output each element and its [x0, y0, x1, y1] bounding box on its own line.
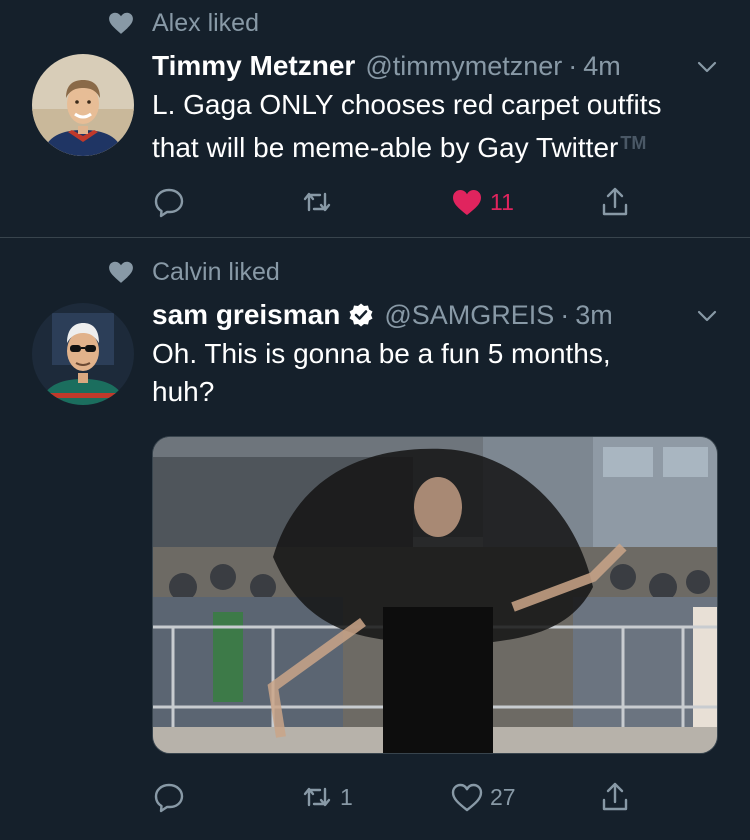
heart-icon [450, 780, 484, 814]
share-icon [598, 185, 632, 219]
tweet[interactable]: Alex liked Timmy Metzner @timmymetzner ·… [0, 0, 750, 238]
tweet-media-photo[interactable] [152, 436, 718, 754]
trademark-mark: TM [620, 133, 647, 153]
avatar[interactable] [32, 303, 134, 405]
tweet-actions: 11 [152, 182, 652, 222]
reply-button[interactable] [152, 777, 192, 817]
tweet-text-line: that will be meme-able by Gay Twitter TM [152, 124, 722, 167]
verified-badge-icon [348, 302, 374, 328]
display-name[interactable]: Timmy Metzner [152, 50, 355, 82]
tweet-header: Timmy Metzner @timmymetzner · 4m [152, 48, 621, 84]
share-button[interactable] [598, 182, 632, 222]
tweet-text-line: huh? [152, 376, 215, 407]
user-handle[interactable]: @timmymetzner [365, 51, 562, 82]
separator-dot: · [568, 50, 578, 81]
liked-by-text: Alex liked [152, 8, 259, 37]
timestamp[interactable]: 3m [575, 300, 613, 331]
retweet-icon [300, 185, 334, 219]
like-count: 27 [490, 783, 516, 810]
tweet-text-line: L. Gaga ONLY chooses red carpet outfits [152, 89, 662, 120]
retweet-count: 1 [340, 783, 353, 810]
display-name[interactable]: sam greisman [152, 299, 340, 331]
like-count: 11 [490, 188, 514, 215]
like-button[interactable]: 27 [450, 777, 516, 817]
chevron-down-icon[interactable] [694, 303, 720, 329]
tweet-header: sam greisman @SAMGREIS · 3m [152, 297, 613, 333]
tweet-text: Oh. This is gonna be a fun 5 months, huh… [152, 335, 722, 411]
timeline-feed: Alex liked Timmy Metzner @timmymetzner ·… [0, 0, 750, 840]
reply-icon [152, 185, 186, 219]
tweet-text-content: that will be meme-able by Gay Twitter [152, 132, 619, 163]
retweet-button[interactable] [300, 182, 340, 222]
heart-icon [108, 11, 134, 35]
chevron-down-icon[interactable] [694, 54, 720, 80]
social-context: Calvin liked [108, 257, 280, 287]
share-icon [598, 780, 632, 814]
heart-icon [450, 185, 484, 219]
liked-by-text: Calvin liked [152, 257, 280, 286]
retweet-button[interactable]: 1 [300, 777, 353, 817]
tweet[interactable]: Calvin liked sam greisman @SAMGREIS · 3m… [0, 239, 750, 840]
heart-icon [108, 260, 134, 284]
like-button[interactable]: 11 [450, 182, 514, 222]
social-context: Alex liked [108, 8, 259, 38]
timestamp[interactable]: 4m [583, 51, 621, 82]
share-button[interactable] [598, 777, 632, 817]
tweet-actions: 1 27 [152, 777, 652, 817]
avatar[interactable] [32, 54, 134, 156]
reply-icon [152, 780, 186, 814]
separator-dot: · [560, 299, 570, 330]
reply-button[interactable] [152, 182, 192, 222]
tweet-text: L. Gaga ONLY chooses red carpet outfits … [152, 86, 722, 167]
user-handle[interactable]: @SAMGREIS [384, 300, 554, 331]
retweet-icon [300, 780, 334, 814]
tweet-text-line: Oh. This is gonna be a fun 5 months, [152, 338, 611, 369]
